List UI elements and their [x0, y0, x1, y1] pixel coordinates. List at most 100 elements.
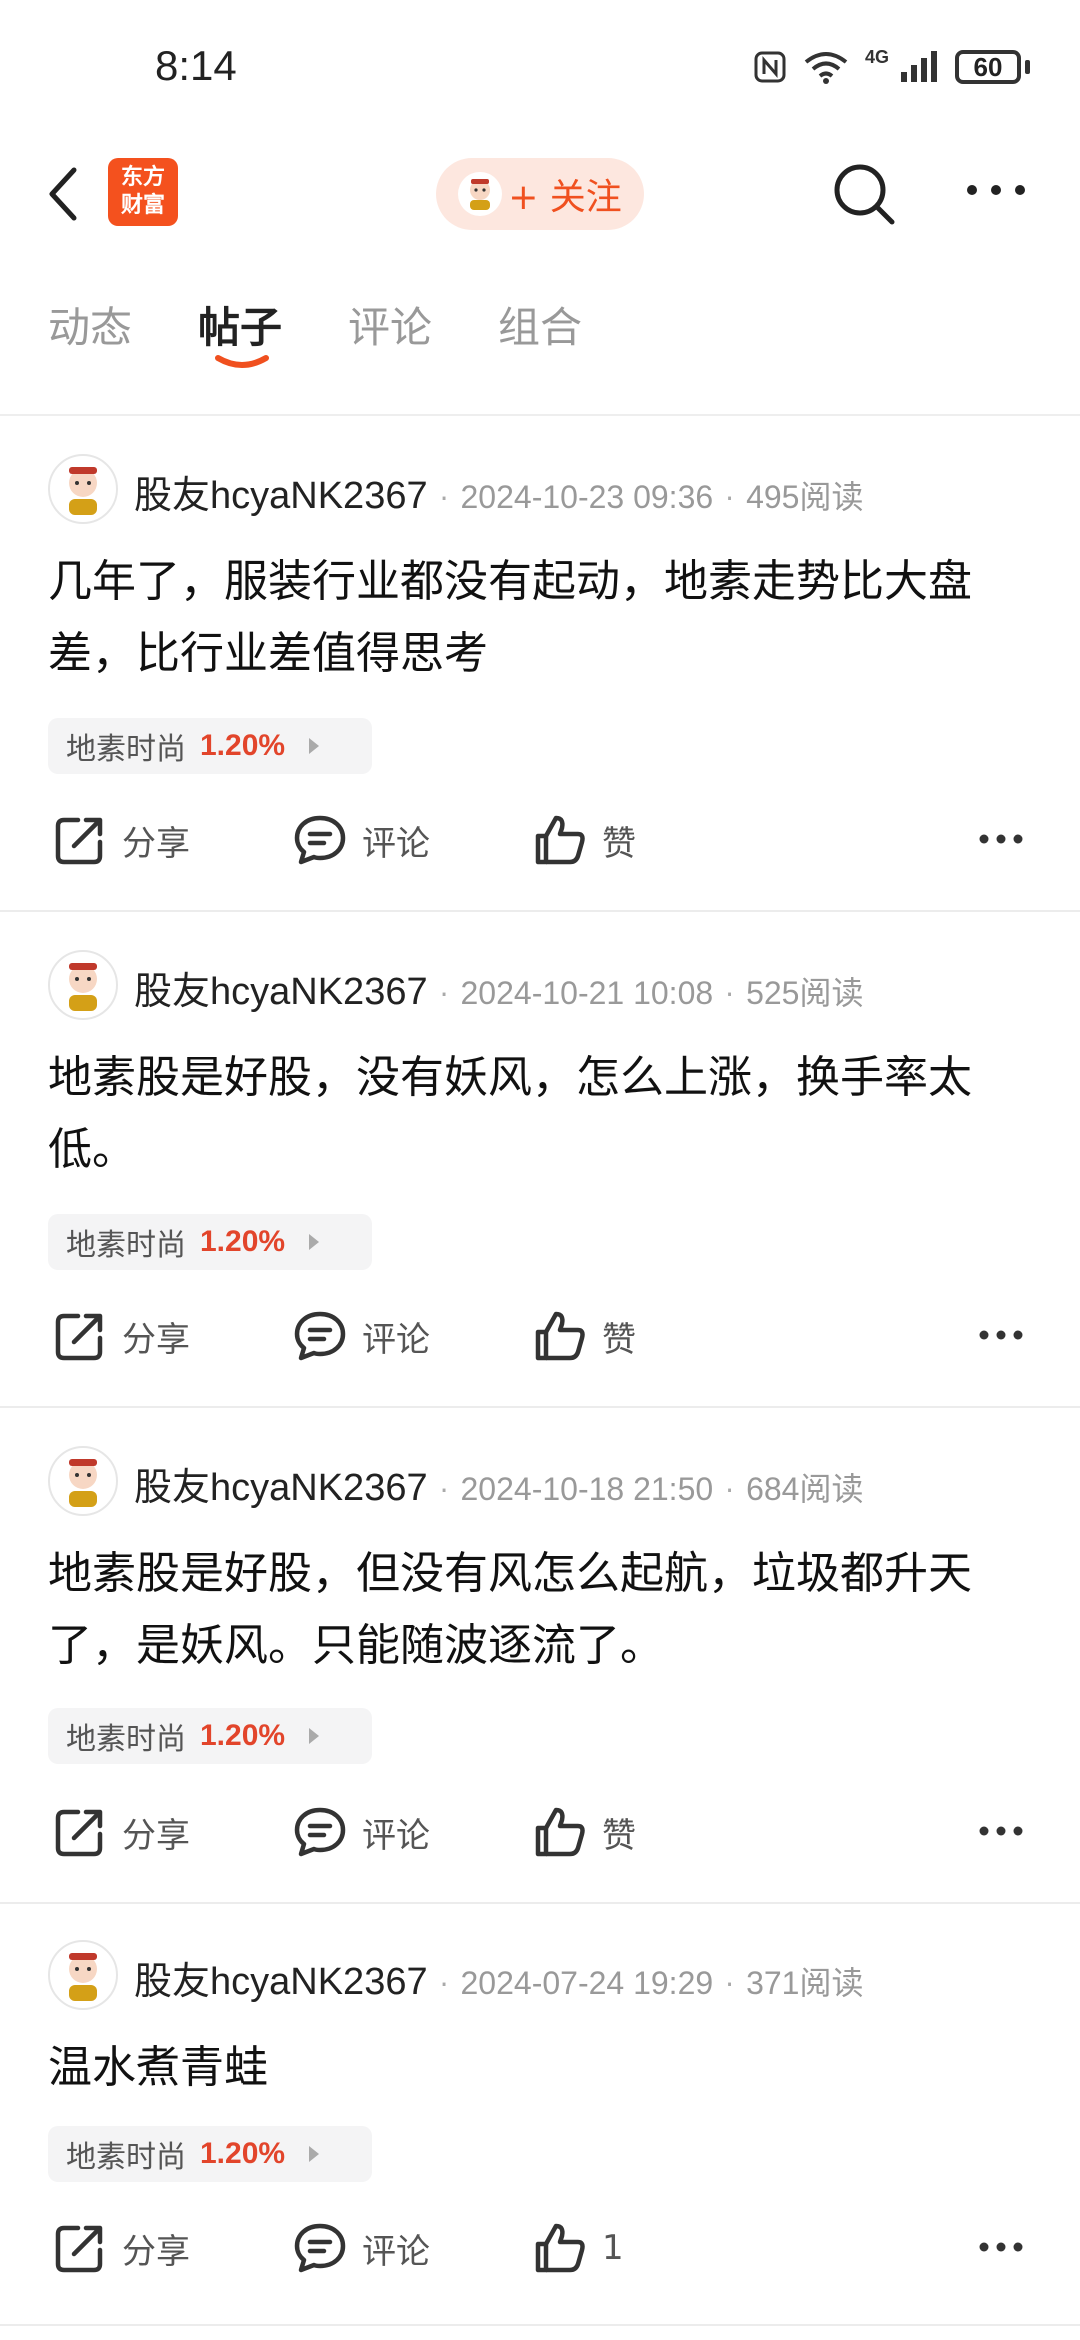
comment-icon: [294, 1311, 346, 1361]
post-content[interactable]: 地素股是好股，没有妖风，怎么上涨，换手率太低。: [48, 1042, 1038, 1186]
share-icon: [55, 817, 103, 865]
stock-name: 地素时尚: [66, 1228, 186, 1263]
stock-tag[interactable]: 地素时尚 1.20%: [48, 718, 372, 774]
author-name[interactable]: 股友hcyaNK2367: [134, 1456, 428, 1511]
back-arrow-icon[interactable]: [40, 162, 84, 226]
post-content[interactable]: 温水煮青蛙: [48, 2032, 1038, 2104]
share-label: 分享: [122, 1815, 190, 1856]
meta-separator: ·: [725, 1968, 735, 2001]
more-icon[interactable]: [964, 182, 1028, 198]
thumbs-up-icon: [535, 2223, 585, 2273]
share-icon: [55, 2225, 103, 2273]
share-label: 分享: [122, 823, 190, 864]
author-name[interactable]: 股友hcyaNK2367: [134, 1950, 428, 2005]
more-icon[interactable]: [978, 1328, 1024, 1342]
mascot-icon: [69, 467, 97, 515]
status-time: 8:14: [155, 42, 237, 89]
post-divider: [0, 2324, 1080, 2326]
follow-button[interactable]: + 关注: [436, 158, 644, 230]
like-label: 赞: [602, 823, 636, 864]
comment-button[interactable]: 评论: [292, 812, 430, 868]
share-button[interactable]: 分享: [52, 812, 190, 868]
post-meta: 股友hcyaNK2367 · 2024-10-21 10:08 · 525阅读: [134, 960, 863, 1015]
stock-change: 1.20%: [200, 1719, 286, 1752]
stock-tag[interactable]: 地素时尚 1.20%: [48, 2126, 372, 2182]
share-button[interactable]: 分享: [52, 1308, 190, 1364]
chevron-right-icon: [309, 1234, 320, 1250]
tab-posts[interactable]: 帖子: [198, 294, 282, 355]
author-avatar[interactable]: [48, 1940, 118, 2010]
comment-button[interactable]: 评论: [292, 1804, 430, 1860]
post-time: 2024-07-24 19:29: [460, 1965, 714, 2001]
post-time: 2024-10-18 21:50: [460, 1471, 714, 1507]
network-type: 4G: [864, 46, 889, 67]
stock-change: 1.20%: [200, 729, 286, 762]
post-content[interactable]: 几年了，服装行业都没有起动，地素走势比大盘差，比行业差值得思考: [48, 546, 1038, 690]
like-button[interactable]: 赞: [532, 1804, 636, 1860]
stock-tag[interactable]: 地素时尚 1.20%: [48, 1708, 372, 1764]
thumbs-up-icon: [535, 1807, 585, 1857]
post-time: 2024-10-23 09:36: [460, 479, 714, 515]
app-logo: 东方 财富: [108, 158, 178, 226]
comment-label: 评论: [362, 2231, 430, 2272]
post-reads: 525阅读: [746, 975, 864, 1011]
post-content[interactable]: 地素股是好股，但没有风怎么起航，垃圾都升天了，是妖风。只能随波逐流了。: [48, 1538, 1038, 1682]
post-meta: 股友hcyaNK2367 · 2024-10-23 09:36 · 495阅读: [134, 464, 863, 519]
comment-label: 评论: [362, 1319, 430, 1360]
mascot-icon: [69, 1459, 97, 1507]
meta-separator: ·: [439, 1474, 449, 1507]
like-button[interactable]: 赞: [532, 812, 636, 868]
share-label: 分享: [122, 2231, 190, 2272]
post-reads: 495阅读: [746, 479, 864, 515]
like-count: 1: [602, 2228, 624, 2268]
meta-separator: ·: [725, 1474, 735, 1507]
chevron-right-icon: [309, 1728, 320, 1744]
share-label: 分享: [122, 1319, 190, 1360]
share-button[interactable]: 分享: [52, 1804, 190, 1860]
author-avatar[interactable]: [48, 454, 118, 524]
comment-label: 评论: [362, 823, 430, 864]
stock-change: 1.20%: [200, 2137, 286, 2170]
stock-name: 地素时尚: [66, 1722, 186, 1757]
comment-button[interactable]: 评论: [292, 1308, 430, 1364]
wifi-icon: [804, 52, 848, 84]
post-item[interactable]: 股友hcyaNK2367 · 2024-10-23 09:36 · 495阅读 …: [0, 416, 1080, 910]
author-avatar[interactable]: [48, 950, 118, 1020]
comment-label: 评论: [362, 1815, 430, 1856]
author-name[interactable]: 股友hcyaNK2367: [134, 464, 428, 519]
post-item[interactable]: 股友hcyaNK2367 · 2024-07-24 19:29 · 371阅读 …: [0, 1904, 1080, 2324]
more-icon[interactable]: [978, 2240, 1024, 2254]
post-item[interactable]: 股友hcyaNK2367 · 2024-10-21 10:08 · 525阅读 …: [0, 912, 1080, 1406]
meta-separator: ·: [725, 482, 735, 515]
more-icon[interactable]: [978, 1824, 1024, 1838]
chevron-right-icon: [309, 2146, 320, 2162]
author-avatar[interactable]: [48, 1446, 118, 1516]
tab-comments[interactable]: 评论: [348, 294, 432, 355]
post-item[interactable]: 股友hcyaNK2367 · 2024-10-18 21:50 · 684阅读 …: [0, 1408, 1080, 1902]
follow-label: + 关注: [508, 177, 622, 218]
mascot-icon: [69, 1953, 97, 2001]
search-icon[interactable]: [828, 158, 900, 230]
mascot-icon: [470, 179, 491, 210]
comment-icon: [294, 815, 346, 865]
status-bar: 8:14 4G 60: [0, 0, 1080, 140]
stock-name: 地素时尚: [66, 2140, 186, 2175]
share-button[interactable]: 分享: [52, 2220, 190, 2276]
like-label: 赞: [602, 1319, 636, 1360]
meta-separator: ·: [439, 482, 449, 515]
like-button[interactable]: 1: [532, 2220, 624, 2276]
meta-separator: ·: [439, 1968, 449, 2001]
more-icon[interactable]: [978, 832, 1024, 846]
stock-tag[interactable]: 地素时尚 1.20%: [48, 1214, 372, 1270]
comment-button[interactable]: 评论: [292, 2220, 430, 2276]
author-name[interactable]: 股友hcyaNK2367: [134, 960, 428, 1015]
active-tab-indicator: [215, 355, 269, 368]
tab-dynamics[interactable]: 动态: [48, 294, 132, 355]
chevron-right-icon: [309, 738, 320, 754]
tab-portfolio[interactable]: 组合: [498, 294, 582, 355]
post-time: 2024-10-21 10:08: [460, 975, 714, 1011]
comment-icon: [294, 2223, 346, 2273]
signal-icon: [901, 51, 937, 82]
like-button[interactable]: 赞: [532, 1308, 636, 1364]
thumbs-up-icon: [535, 1311, 585, 1361]
